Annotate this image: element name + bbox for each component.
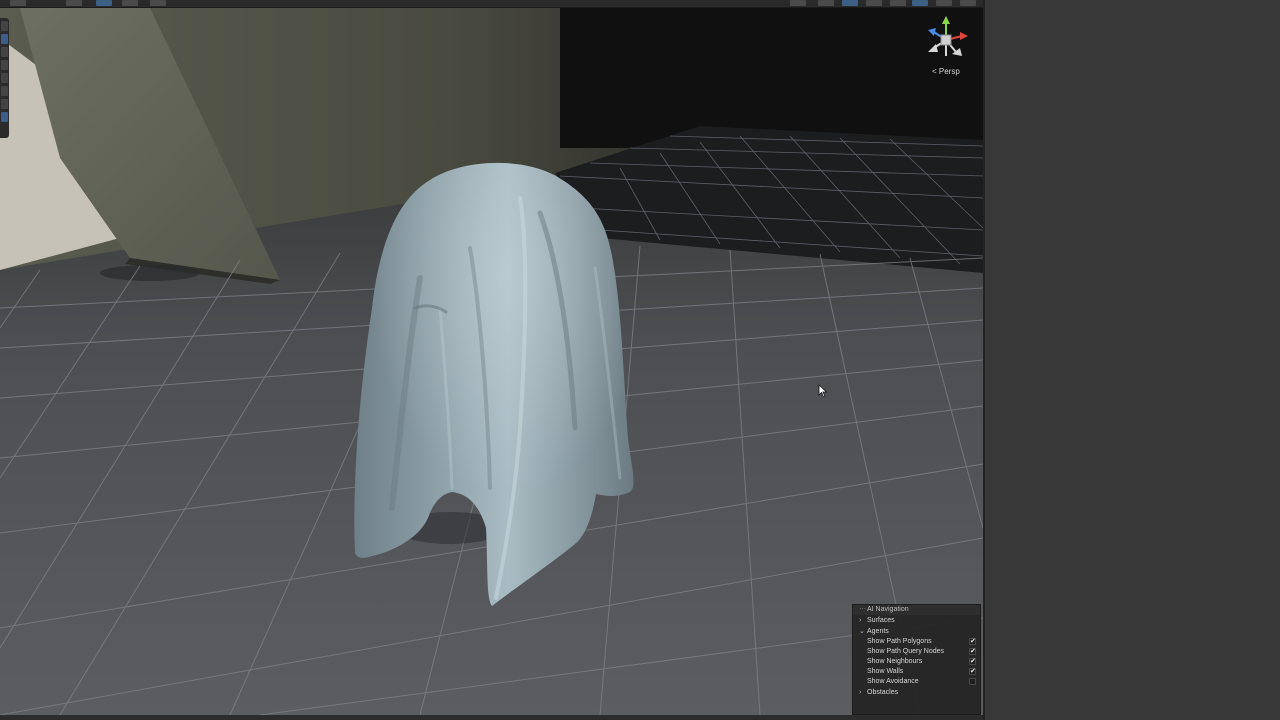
option-label: Show Walls [867, 668, 904, 675]
option-checkbox[interactable]: ✔ [969, 638, 976, 645]
viewport-bottom-edge [0, 715, 983, 720]
tool-button-selected[interactable] [1, 34, 8, 44]
tool-button-selected[interactable] [1, 112, 8, 122]
tool-button[interactable] [1, 86, 8, 96]
chevron-right-icon[interactable]: › [859, 616, 867, 626]
toolbar-button[interactable] [150, 0, 166, 6]
option-label: Show Neighbours [867, 658, 923, 665]
section-label: Agents [867, 628, 889, 635]
tool-button[interactable] [1, 73, 8, 83]
option-show-avoidance[interactable]: Show Avoidance [853, 677, 980, 687]
toolbar-button[interactable] [866, 0, 882, 6]
section-label: Obstacles [867, 689, 899, 696]
toolbar-button[interactable] [936, 0, 952, 6]
toolbar-button[interactable] [66, 0, 82, 6]
scene-toolbar [0, 0, 984, 8]
toolbar-toggle-button[interactable] [912, 0, 928, 6]
tool-button[interactable] [1, 47, 8, 57]
toolbar-button[interactable] [10, 0, 26, 6]
option-show-neighbours[interactable]: Show Neighbours ✔ [853, 657, 980, 667]
scene-viewport[interactable] [0, 8, 983, 715]
toolbar-button[interactable] [122, 0, 138, 6]
drag-handle-icon[interactable]: ⋯ [859, 605, 867, 615]
toolbar-button[interactable] [790, 0, 806, 6]
option-checkbox[interactable]: ✔ [969, 668, 976, 675]
option-checkbox-unchecked[interactable] [969, 678, 976, 685]
option-show-walls[interactable]: Show Walls ✔ [853, 667, 980, 677]
option-show-path-polygons[interactable]: Show Path Polygons ✔ [853, 637, 980, 647]
section-label: Surfaces [867, 617, 895, 624]
scene-gizmo-icon[interactable] [924, 14, 970, 62]
section-surfaces[interactable]: › Surfaces [853, 616, 980, 626]
projection-label[interactable]: < Persp [932, 67, 960, 76]
tool-button[interactable] [1, 60, 8, 70]
overlay-title-bar[interactable]: ⋯AI Navigation [853, 605, 980, 615]
tool-button[interactable] [1, 99, 8, 109]
overlay-title: AI Navigation [867, 606, 909, 613]
scene-render [0, 8, 983, 715]
section-obstacles[interactable]: › Obstacles [853, 688, 980, 698]
option-checkbox[interactable]: ✔ [969, 648, 976, 655]
toolbar-button[interactable] [818, 0, 834, 6]
option-label: Show Path Query Nodes [867, 648, 945, 655]
option-checkbox[interactable]: ✔ [969, 658, 976, 665]
tool-overlay-strip [0, 18, 9, 138]
toolbar-button[interactable] [890, 0, 906, 6]
ai-navigation-overlay: ⋯AI Navigation › Surfaces ⌄ Agents Show Pa… [852, 604, 981, 715]
toolbar-toggle-button[interactable] [96, 0, 112, 6]
chevron-right-icon[interactable]: › [859, 688, 867, 698]
section-agents[interactable]: ⌄ Agents [853, 627, 980, 637]
tool-button[interactable] [1, 21, 8, 31]
toolbar-toggle-button[interactable] [842, 0, 858, 6]
pointer-cursor-icon [818, 384, 828, 398]
toolbar-button[interactable] [960, 0, 976, 6]
inspector-panel [983, 0, 1280, 720]
option-label: Show Avoidance [867, 678, 919, 685]
chevron-down-icon[interactable]: ⌄ [859, 627, 867, 637]
option-label: Show Path Polygons [867, 638, 932, 645]
option-show-path-query-nodes[interactable]: Show Path Query Nodes ✔ [853, 647, 980, 657]
